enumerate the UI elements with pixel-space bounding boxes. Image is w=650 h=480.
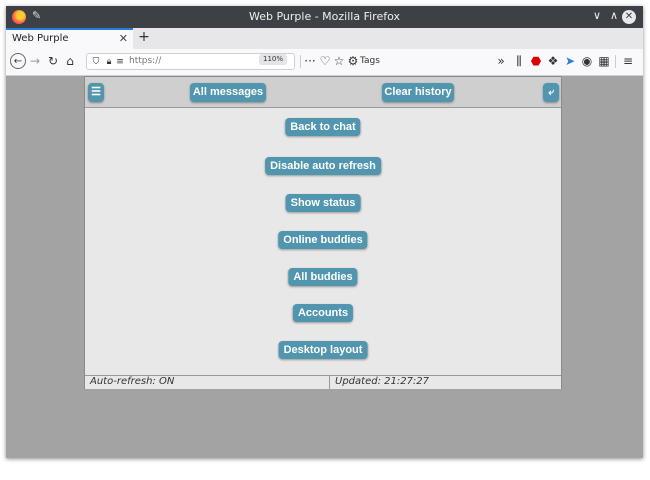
close-window-icon[interactable]: ✕ — [622, 10, 636, 24]
nav-bar: ← → ↻ ⌂ ⛉ 🔒︎ ≡ https:// 110% ··· ♡ ☆ ⚙ T… — [6, 49, 643, 76]
reload-icon[interactable]: ↻ — [46, 54, 60, 68]
all-buddies-button[interactable]: All buddies — [288, 268, 358, 286]
separator — [300, 55, 301, 68]
overflow-chevron-icon[interactable]: » — [494, 54, 508, 68]
app-header: ☰ All messages Clear history ⤶ — [85, 77, 561, 108]
browser-window: ✎ Web Purple - Mozilla Firefox ∨ ∧ ✕ Web… — [6, 6, 643, 458]
footer-divider — [329, 376, 330, 389]
url-text: https:// — [129, 56, 162, 66]
clear-history-button[interactable]: Clear history — [382, 83, 454, 102]
pocket-icon[interactable]: ♡ — [318, 54, 332, 68]
cursor-icon[interactable]: ➤ — [563, 54, 577, 68]
window-title: Web Purple - Mozilla Firefox — [249, 10, 400, 23]
tags-label[interactable]: Tags — [360, 56, 380, 66]
maximize-icon[interactable]: ∧ — [606, 8, 622, 24]
bookmark-star-icon[interactable]: ☆ — [332, 54, 346, 68]
back-to-chat-button[interactable]: Back to chat — [285, 118, 361, 136]
hamburger-menu-icon[interactable]: ≡ — [621, 54, 635, 68]
disable-auto-refresh-button[interactable]: Disable auto refresh — [265, 157, 381, 175]
account-icon[interactable]: ◉ — [580, 54, 594, 68]
tab-web-purple[interactable]: Web Purple ✕ — [6, 28, 133, 49]
web-purple-app: ☰ All messages Clear history ⤶ Back to c… — [84, 76, 562, 389]
minimize-icon[interactable]: ∨ — [589, 8, 605, 24]
shield-icon[interactable]: ⛉ — [89, 55, 103, 69]
status-footer: Auto-refresh: ON Updated: 21:27:27 — [85, 375, 561, 389]
tab-bar: Web Purple ✕ + — [6, 28, 643, 50]
home-icon[interactable]: ⌂ — [63, 54, 77, 68]
all-messages-button[interactable]: All messages — [190, 83, 266, 102]
new-tab-icon[interactable]: + — [137, 29, 151, 45]
grid-icon[interactable]: ▦ — [597, 54, 611, 68]
updated-timestamp: Updated: 21:27:27 — [335, 376, 430, 387]
auto-refresh-status: Auto-refresh: ON — [90, 376, 175, 387]
gear-icon[interactable]: ⚙ — [346, 54, 360, 68]
page-content: ☰ All messages Clear history ⤶ Back to c… — [6, 76, 643, 458]
extension-icon[interactable]: ❖ — [546, 54, 560, 68]
forward-arrow-icon[interactable]: → — [28, 54, 42, 68]
desktop-layout-button[interactable]: Desktop layout — [278, 341, 368, 359]
zoom-level[interactable]: 110% — [259, 54, 287, 65]
ublock-icon[interactable]: ⬣ — [529, 54, 543, 68]
back-arrow-icon[interactable]: ← — [10, 53, 26, 69]
online-buddies-button[interactable]: Online buddies — [278, 231, 368, 249]
more-actions-icon[interactable]: ··· — [303, 54, 317, 68]
back-button[interactable]: ⤶ — [543, 83, 559, 102]
permissions-icon[interactable]: ≡ — [113, 55, 127, 69]
show-status-button[interactable]: Show status — [285, 194, 361, 212]
separator — [615, 55, 616, 68]
accounts-button[interactable]: Accounts — [292, 304, 354, 322]
tab-label: Web Purple — [12, 33, 69, 44]
title-bar: ✎ Web Purple - Mozilla Firefox ∨ ∧ ✕ — [6, 6, 643, 28]
library-icon[interactable]: ⫼ — [512, 54, 526, 68]
close-tab-icon[interactable]: ✕ — [119, 32, 128, 45]
menu-button[interactable]: ☰ — [88, 83, 104, 102]
